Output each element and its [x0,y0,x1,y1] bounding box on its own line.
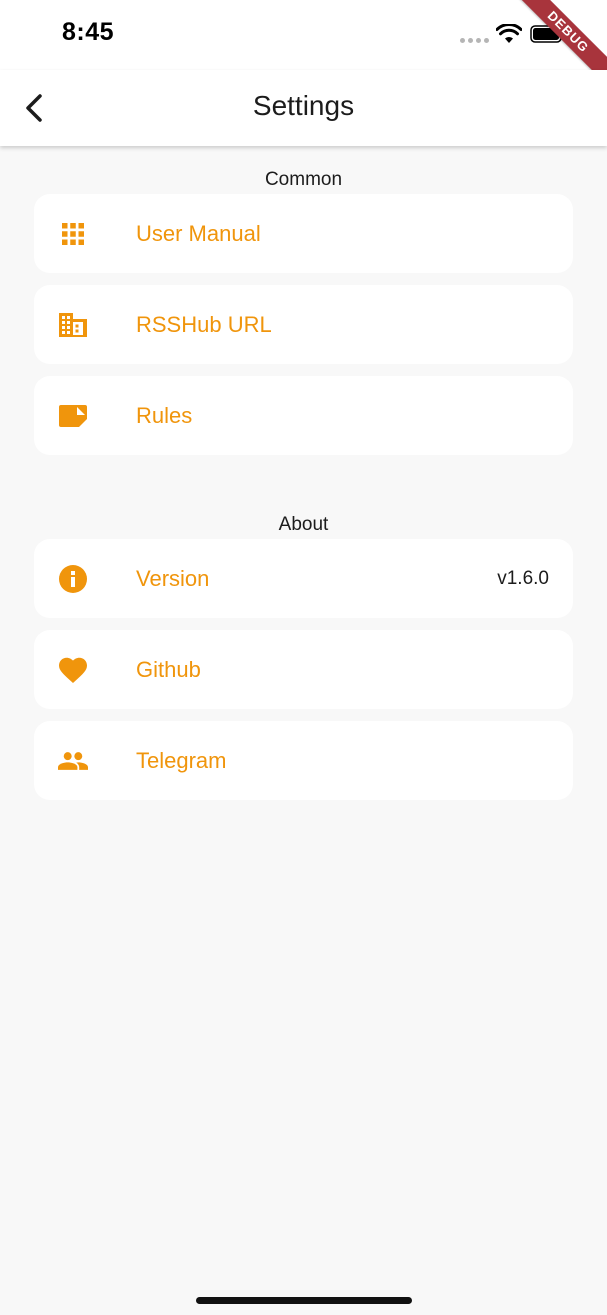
settings-item-label: Rules [136,402,193,428]
settings-item-rules[interactable]: Rules [34,376,573,455]
cellular-signal-icon [460,38,489,43]
settings-item-version[interactable]: Version v1.6.0 [34,539,573,618]
settings-item-user-manual[interactable]: User Manual [34,194,573,273]
section-title-common: Common [264,169,343,190]
status-bar: 8:45 [0,0,607,70]
common-list: User Manual RSSHub URL Rules [34,194,573,467]
settings-item-label: Version [136,565,210,591]
settings-item-telegram[interactable]: Telegram [34,721,573,800]
heart-icon [58,655,88,685]
note-icon [58,401,88,431]
section-title-about: About [278,514,329,535]
apps-grid-icon [58,219,88,249]
people-icon [58,746,88,776]
version-value: v1.6.0 [497,567,549,589]
settings-item-label: Github [136,656,201,682]
settings-item-label: RSSHub URL [136,311,272,337]
page-title: Settings [252,90,355,121]
app-bar: Settings [0,70,607,146]
home-indicator[interactable] [196,1297,412,1304]
info-icon [58,564,88,594]
settings-item-label: User Manual [136,220,261,246]
settings-item-rsshub-url[interactable]: RSSHub URL [34,285,573,364]
settings-item-github[interactable]: Github [34,630,573,709]
building-icon [58,310,88,340]
about-list: Version v1.6.0 Github Telegram [34,539,573,812]
status-time: 8:45 [62,18,115,46]
wifi-icon [496,24,522,43]
settings-item-label: Telegram [136,747,227,773]
